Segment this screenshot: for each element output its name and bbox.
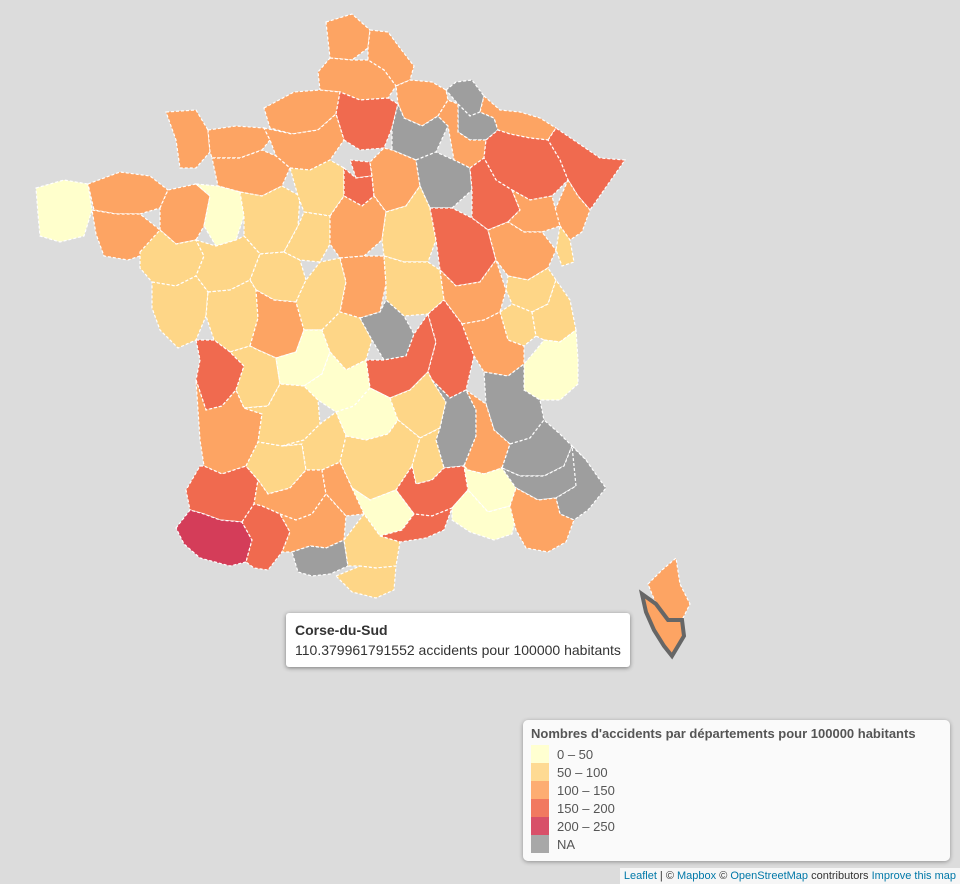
department-ille-et-vilaine[interactable]: Ille-et-Vilaine bbox=[159, 183, 211, 245]
department-vend-e[interactable]: Vendée bbox=[151, 275, 209, 349]
map-attribution: Leaflet | © Mapbox © OpenStreetMap contr… bbox=[619, 868, 960, 884]
legend-label: 50 – 100 bbox=[557, 764, 608, 780]
leaflet-link[interactable]: Leaflet bbox=[624, 870, 657, 882]
tooltip-title: Corse-du-Sud bbox=[295, 622, 388, 638]
attribution-separator: | © bbox=[656, 870, 678, 882]
improve-map-link[interactable]: Improve this map bbox=[872, 870, 956, 882]
legend-swatch-100-150 bbox=[531, 781, 549, 799]
department-nord[interactable]: Nord bbox=[325, 13, 371, 61]
department-pyr-n-es-orientales[interactable]: Pyrénées-Orientales bbox=[334, 565, 397, 599]
attribution-separator: © bbox=[716, 870, 731, 882]
legend-swatch-na bbox=[531, 835, 549, 853]
department-savoie[interactable]: Savoie bbox=[523, 328, 579, 401]
legend-item: 150 – 200 bbox=[531, 799, 942, 817]
openstreetmap-link[interactable]: OpenStreetMap bbox=[730, 870, 808, 882]
attribution-text: contributors bbox=[808, 870, 872, 882]
legend-label: 0 – 50 bbox=[557, 746, 594, 762]
legend-label: 200 – 250 bbox=[557, 818, 615, 834]
legend-swatch-200-250 bbox=[531, 817, 549, 835]
department-c-tes-d-armor[interactable]: Côtes-d'Armor bbox=[87, 171, 169, 215]
mapbox-link[interactable]: Mapbox bbox=[677, 870, 716, 882]
department-loiret[interactable]: Loiret bbox=[329, 195, 387, 259]
legend-item: 50 – 100 bbox=[531, 763, 942, 781]
map-legend: Nombres d'accidents par départements pou… bbox=[523, 720, 950, 861]
legend-label: NA bbox=[557, 836, 576, 852]
legend-title: Nombres d'accidents par départements pou… bbox=[531, 726, 916, 741]
legend-item: 200 – 250 bbox=[531, 817, 942, 835]
legend-item: 0 – 50 bbox=[531, 745, 942, 763]
tooltip-text: 110.379961791552 accidents pour 100000 h… bbox=[295, 642, 621, 658]
legend-swatch-150-200 bbox=[531, 799, 549, 817]
legend-swatch-50-100 bbox=[531, 763, 549, 781]
legend-label: 100 – 150 bbox=[557, 782, 615, 798]
department-manche[interactable]: Manche bbox=[165, 109, 211, 169]
department-finist-re[interactable]: Finistère bbox=[35, 179, 93, 243]
legend-label: 150 – 200 bbox=[557, 800, 615, 816]
legend-item: 100 – 150 bbox=[531, 781, 942, 799]
legend-item: NA bbox=[531, 835, 942, 853]
department-oise[interactable]: Oise bbox=[335, 91, 399, 151]
legend-swatch-0-50 bbox=[531, 745, 549, 763]
department-tooltip: Corse-du-Sud 110.379961791552 accidents … bbox=[286, 613, 630, 667]
department-cher[interactable]: Cher bbox=[339, 255, 387, 319]
